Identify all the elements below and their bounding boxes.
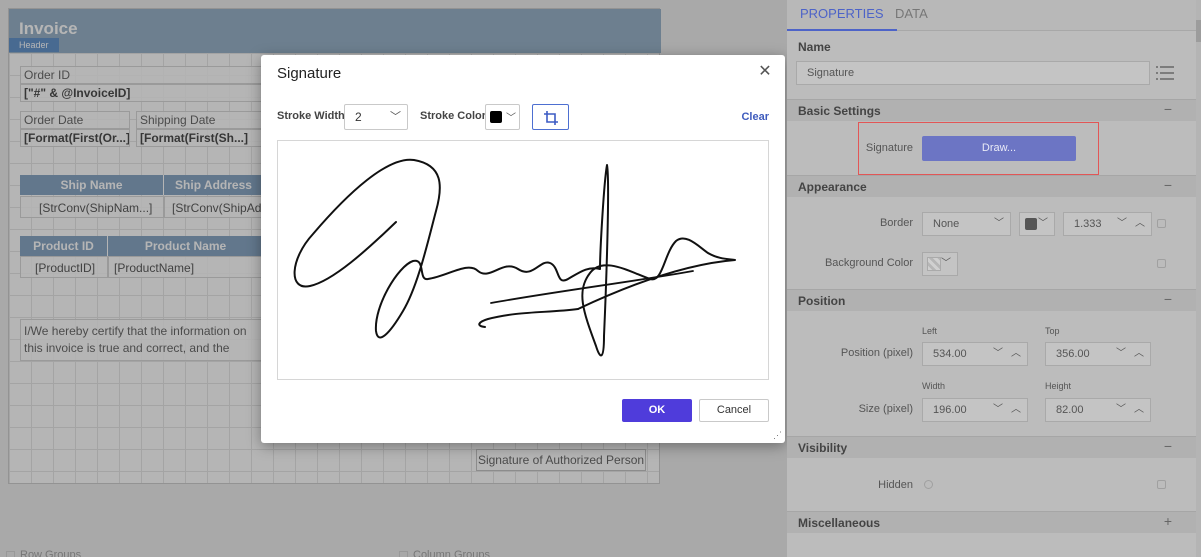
stroke-color-swatch — [490, 111, 502, 123]
border-style-value: None — [933, 218, 960, 230]
height-label: Height — [1045, 381, 1072, 391]
dialog-title: Signature — [277, 65, 342, 82]
stroke-color-label: Stroke Color — [420, 110, 487, 122]
stroke-color-picker[interactable]: ﹀ — [485, 104, 520, 130]
chevron-down-icon[interactable]: ﹀ — [1117, 213, 1127, 235]
crop-button[interactable] — [532, 104, 569, 130]
border-color-picker[interactable]: ﹀ — [1019, 212, 1055, 236]
crop-icon — [544, 111, 558, 125]
chevron-down-icon: ﹀ — [994, 218, 1004, 229]
top-value: 356.00 — [1056, 348, 1090, 360]
chevron-up-icon[interactable]: ︿ — [1134, 399, 1144, 421]
row-groups-icon — [6, 550, 15, 557]
collapse-icon[interactable]: − — [1164, 291, 1172, 307]
properties-panel: PROPERTIES DATA Name Signature Basic Set… — [787, 0, 1201, 557]
section-misc-title: Miscellaneous — [798, 516, 881, 530]
column-groups-label: Column Groups — [413, 549, 491, 557]
section-basic-title: Basic Settings — [798, 104, 881, 118]
width-label: Width — [922, 381, 946, 391]
panel-scrollbar-thumb[interactable] — [1196, 20, 1201, 42]
name-label: Name — [798, 40, 831, 54]
left-label: Left — [922, 326, 938, 336]
row-groups[interactable]: Row Groups — [6, 549, 81, 557]
chevron-down-icon[interactable]: ﹀ — [993, 399, 1003, 421]
border-checkbox[interactable] — [1157, 219, 1166, 228]
section-appearance-title: Appearance — [798, 180, 867, 194]
chevron-down-icon[interactable]: ﹀ — [993, 343, 1003, 365]
collapse-icon[interactable]: − — [1164, 177, 1172, 193]
hidden-checkbox[interactable] — [924, 480, 933, 489]
tab-properties[interactable]: PROPERTIES — [787, 0, 897, 31]
chevron-down-icon: ﹀ — [506, 113, 516, 124]
chevron-down-icon[interactable]: ﹀ — [1116, 399, 1126, 421]
left-input[interactable]: 534.00 ﹀ ︿ — [922, 342, 1028, 366]
height-value: 82.00 — [1056, 404, 1084, 416]
transparent-swatch — [927, 257, 941, 271]
collapse-icon[interactable]: − — [1164, 438, 1172, 454]
chevron-down-icon[interactable]: ﹀ — [1116, 343, 1126, 365]
tab-data[interactable]: DATA — [882, 0, 941, 31]
name-input[interactable]: Signature — [796, 61, 1150, 85]
chevron-up-icon[interactable]: ︿ — [1134, 343, 1144, 365]
background-color-label: Background Color — [824, 257, 913, 269]
signature-highlight-box — [858, 122, 1099, 175]
border-style-select[interactable]: None ﹀ — [922, 212, 1011, 236]
background-checkbox[interactable] — [1157, 259, 1166, 268]
width-value: 196.00 — [933, 404, 967, 416]
size-label: Size (pixel) — [858, 403, 913, 415]
section-basic-settings[interactable]: Basic Settings − — [787, 99, 1201, 121]
groups-bar: Row Groups Column Groups — [0, 545, 787, 557]
chevron-down-icon: ﹀ — [941, 258, 951, 269]
border-width-input[interactable]: 1.333 ﹀ ︿ — [1063, 212, 1152, 236]
height-input[interactable]: 82.00 ﹀ ︿ — [1045, 398, 1151, 422]
signature-drawing — [293, 158, 736, 357]
border-width-value: 1.333 — [1074, 218, 1102, 230]
border-label: Border — [879, 217, 913, 229]
stroke-width-select[interactable]: 2 ﹀ — [344, 104, 408, 130]
section-miscellaneous[interactable]: Miscellaneous + — [787, 511, 1201, 533]
hidden-label: Hidden — [878, 479, 913, 491]
ok-button[interactable]: OK — [622, 399, 692, 422]
chevron-up-icon[interactable]: ︿ — [1011, 399, 1021, 421]
expand-icon[interactable]: + — [1164, 513, 1172, 529]
clear-link[interactable]: Clear — [741, 111, 769, 123]
signature-dialog: Signature ✕ Stroke Width 2 ﹀ Stroke Colo… — [261, 55, 785, 443]
column-groups-icon — [399, 550, 408, 557]
column-groups[interactable]: Column Groups — [399, 549, 490, 557]
section-position[interactable]: Position − — [787, 289, 1201, 311]
signature-pad[interactable] — [277, 140, 769, 380]
stroke-width-label: Stroke Width — [277, 110, 345, 122]
hidden-bind-checkbox[interactable] — [1157, 480, 1166, 489]
chevron-up-icon[interactable]: ︿ — [1135, 213, 1145, 235]
top-label: Top — [1045, 326, 1060, 336]
background-color-picker[interactable]: ﹀ — [922, 252, 958, 276]
position-label: Position (pixel) — [840, 347, 913, 359]
border-color-swatch — [1025, 218, 1037, 230]
left-value: 534.00 — [933, 348, 967, 360]
chevron-down-icon: ﹀ — [1038, 218, 1048, 229]
resize-grip-icon[interactable]: ⋰ — [773, 431, 782, 440]
panel-scrollbar[interactable] — [1196, 0, 1201, 557]
section-position-title: Position — [798, 294, 846, 308]
panel-tabs: PROPERTIES DATA — [787, 0, 1201, 31]
close-icon[interactable]: ✕ — [757, 64, 773, 80]
chevron-down-icon: ﹀ — [390, 111, 401, 123]
top-input[interactable]: 356.00 ﹀ ︿ — [1045, 342, 1151, 366]
stroke-width-value: 2 — [355, 110, 362, 124]
section-appearance[interactable]: Appearance − — [787, 175, 1201, 197]
chevron-up-icon[interactable]: ︿ — [1011, 343, 1021, 365]
list-icon[interactable] — [1156, 66, 1174, 80]
row-groups-label: Row Groups — [20, 549, 82, 557]
width-input[interactable]: 196.00 ﹀ ︿ — [922, 398, 1028, 422]
cancel-button[interactable]: Cancel — [699, 399, 769, 422]
section-visibility-title: Visibility — [798, 441, 848, 455]
collapse-icon[interactable]: − — [1164, 101, 1172, 117]
section-visibility[interactable]: Visibility − — [787, 436, 1201, 458]
